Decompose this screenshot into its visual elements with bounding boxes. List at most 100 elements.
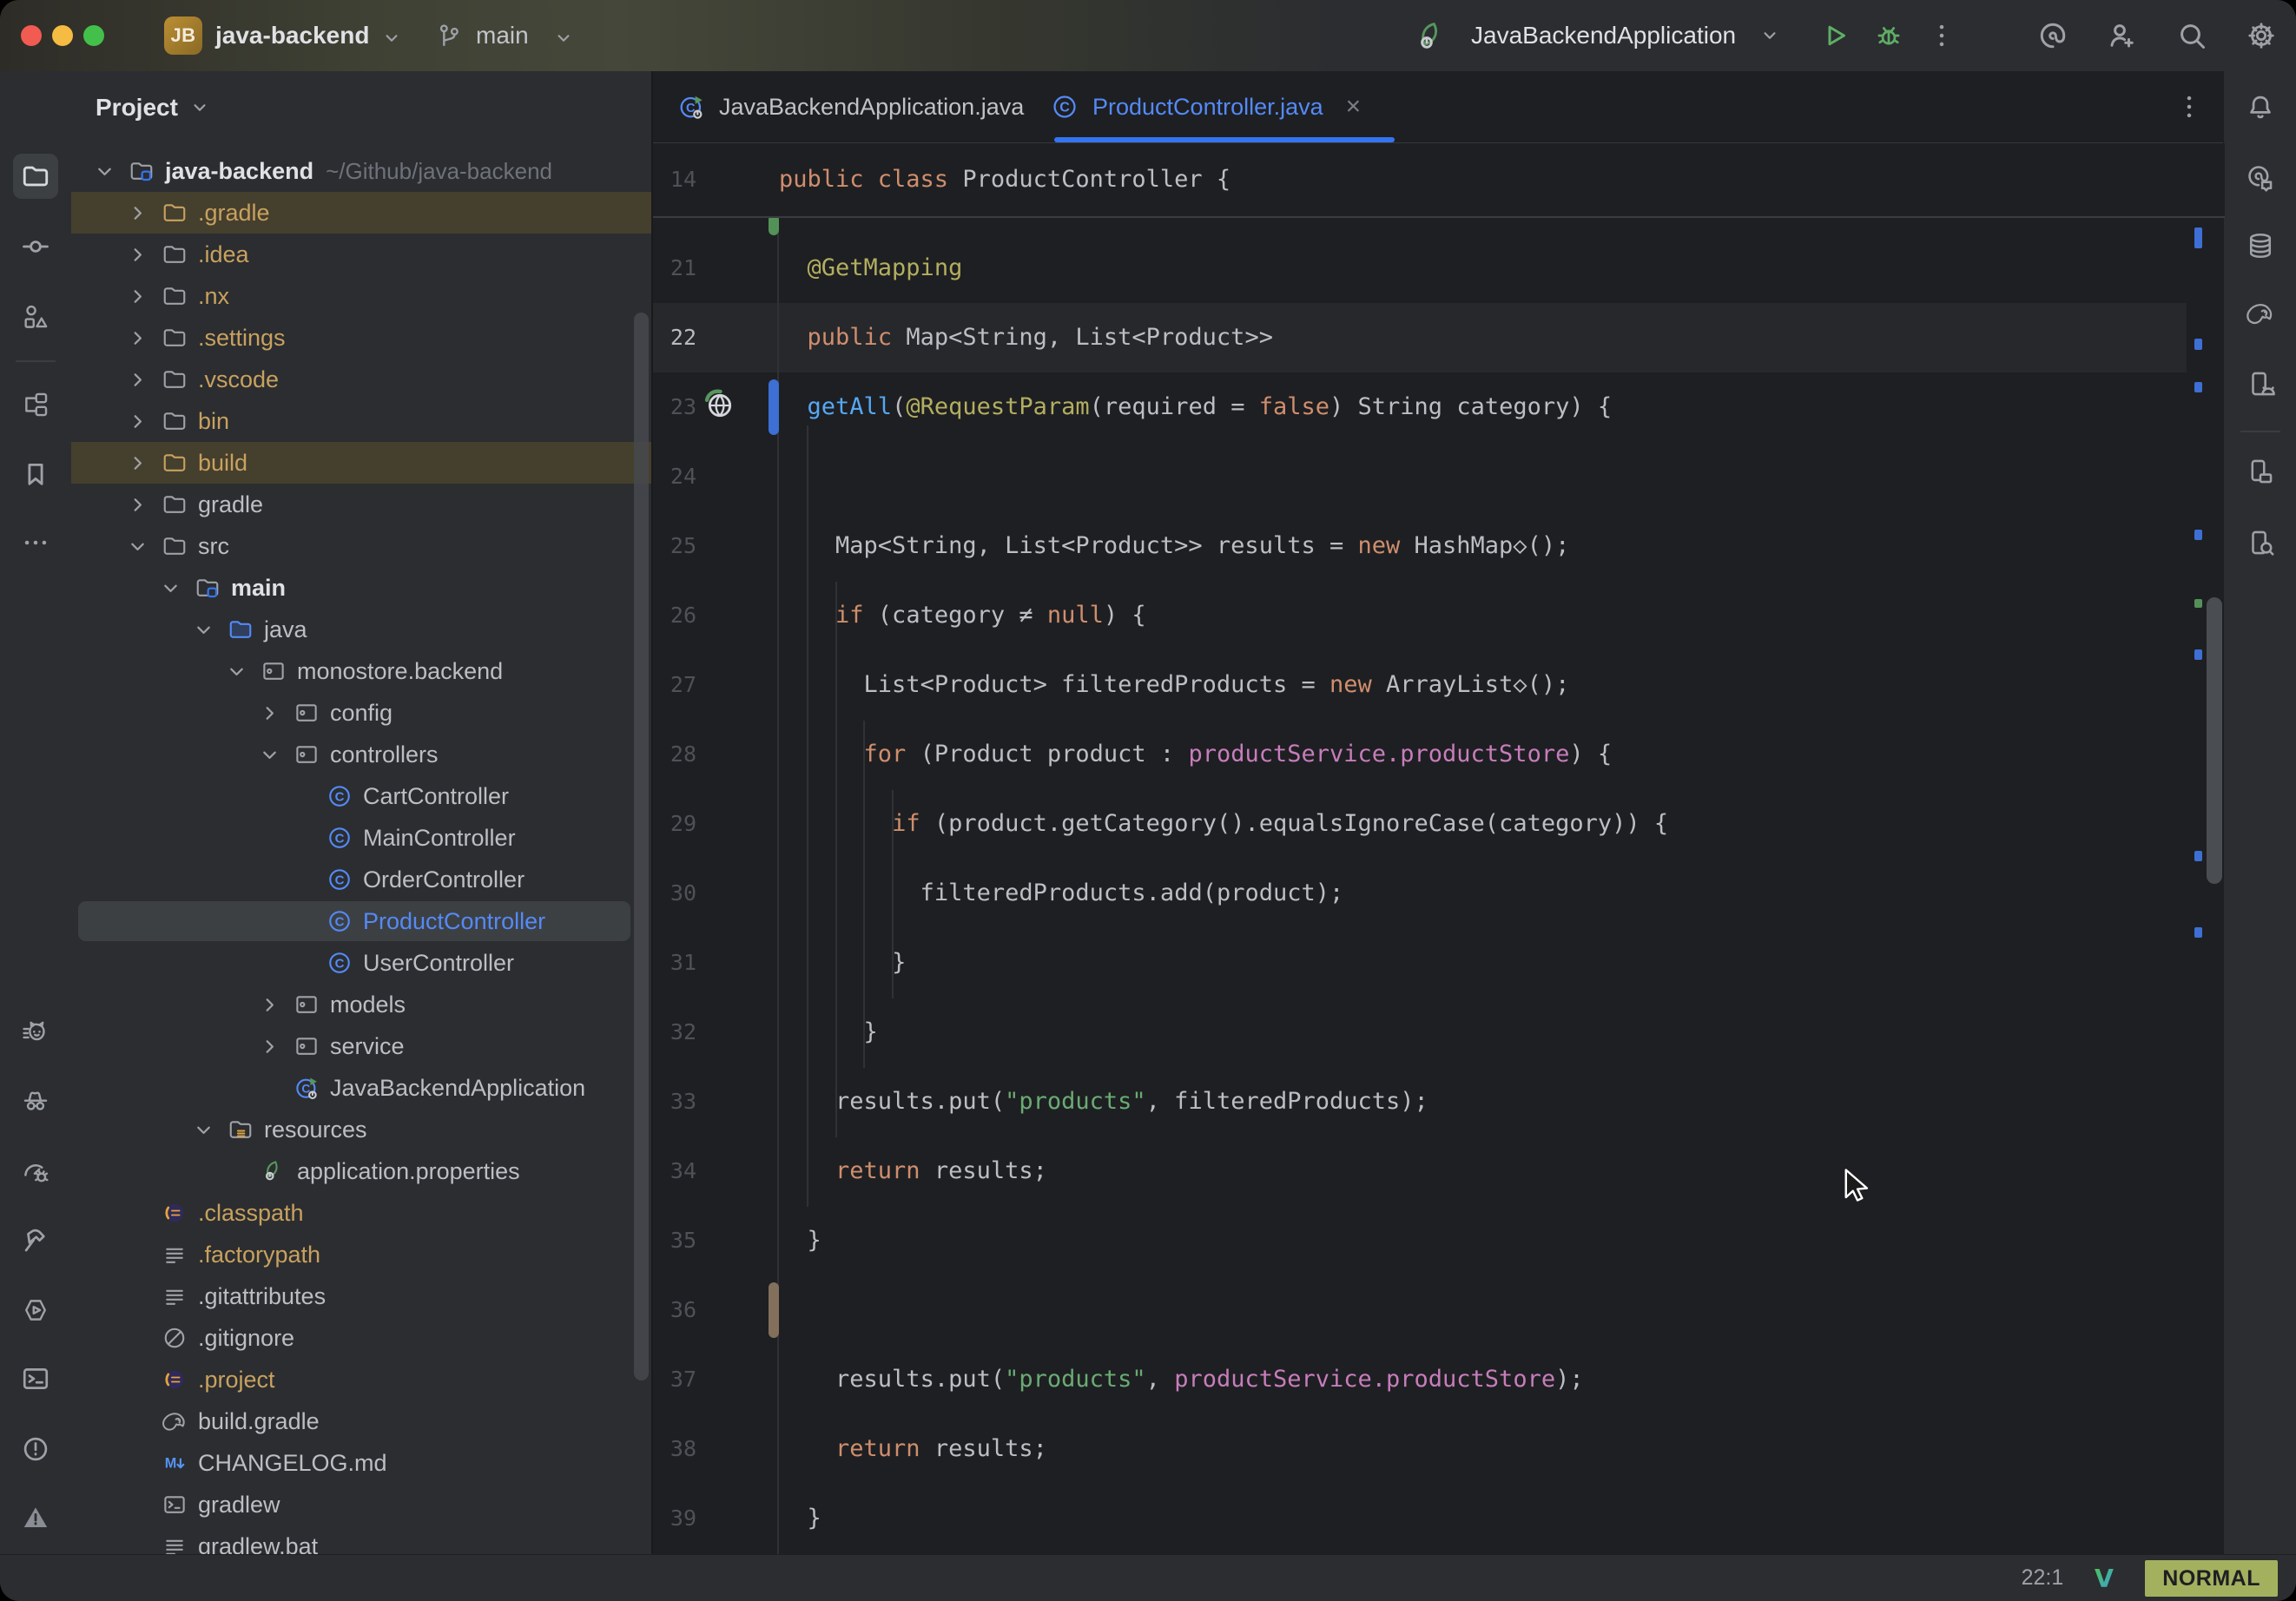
code-line-28[interactable]: 28for (Product product : productService.… — [653, 720, 2187, 789]
warning-triangle-icon[interactable] — [21, 1503, 50, 1532]
tree-row-java-backend[interactable]: java-backend~/Github/java-backend — [71, 150, 651, 192]
gradle-icon[interactable] — [2246, 299, 2275, 328]
chevron-down-icon[interactable] — [93, 160, 116, 183]
code-line-29[interactable]: 29if (product.getCategory().equalsIgnore… — [653, 789, 2187, 859]
branch-name[interactable]: main — [476, 0, 529, 71]
chevron-down-icon[interactable] — [258, 743, 281, 767]
chevron-right-icon[interactable] — [126, 285, 149, 308]
tree-row-controllers[interactable]: controllers — [71, 734, 651, 775]
run-configuration-name[interactable]: JavaBackendApplication — [1471, 0, 1736, 71]
problems-icon[interactable] — [21, 1434, 50, 1464]
editor-body[interactable]: 21@GetMapping22public Map<String, List<P… — [653, 143, 2225, 1554]
chevron-right-icon[interactable] — [258, 1035, 281, 1058]
code-line-27[interactable]: 27List<Product> filteredProducts = new A… — [653, 650, 2187, 720]
tree-row-CartController[interactable]: CCartController — [71, 775, 651, 817]
tree-row-.gradle[interactable]: .gradle — [71, 192, 651, 234]
code-line-21[interactable]: 21@GetMapping — [653, 234, 2187, 303]
tree-row-gradlew.bat[interactable]: gradlew.bat — [71, 1525, 651, 1554]
code-line-36[interactable]: 36 — [653, 1275, 2187, 1345]
tree-row-build.gradle[interactable]: build.gradle — [71, 1400, 651, 1442]
code-line-39[interactable]: 39} — [653, 1484, 2187, 1553]
ai-chat-icon[interactable] — [2246, 162, 2275, 192]
tree-row-.nx[interactable]: .nx — [71, 275, 651, 317]
vim-icon[interactable]: V — [2089, 1564, 2119, 1593]
tree-row-build[interactable]: build — [71, 442, 651, 484]
code-line-31[interactable]: 31} — [653, 928, 2187, 998]
minimize-window-button[interactable] — [52, 25, 73, 46]
tree-row-OrderController[interactable]: COrderController — [71, 859, 651, 900]
tree-row-UserController[interactable]: CUserController — [71, 942, 651, 984]
tree-row-CHANGELOG.md[interactable]: MCHANGELOG.md — [71, 1442, 651, 1484]
services-icon[interactable] — [21, 1295, 50, 1325]
tree-row-ProductController[interactable]: CProductController — [71, 900, 651, 942]
tree-row-java[interactable]: java — [71, 609, 651, 650]
more-run-options-icon[interactable] — [1927, 21, 1956, 50]
stripe-mark-blue[interactable] — [2194, 382, 2202, 392]
chevron-down-icon[interactable] — [192, 1118, 215, 1142]
run-button[interactable] — [1819, 20, 1851, 51]
chevron-right-icon[interactable] — [126, 368, 149, 392]
tree-row-monostore.backend[interactable]: monostore.backend — [71, 650, 651, 692]
code-line-25[interactable]: 25Map<String, List<Product>> results = n… — [653, 511, 2187, 581]
stripe-mark-blue[interactable] — [2194, 530, 2202, 540]
ai-assistant-icon[interactable] — [2037, 20, 2068, 51]
code-line-24[interactable]: 24 — [653, 442, 2187, 511]
chevron-right-icon[interactable] — [258, 993, 281, 1017]
vcs-change-bar[interactable] — [769, 1282, 779, 1338]
device-layout-icon[interactable] — [2246, 457, 2275, 486]
chevron-down-icon[interactable] — [159, 576, 182, 600]
code-line-30[interactable]: 30filteredProducts.add(product); — [653, 859, 2187, 928]
tree-row-.project[interactable]: .project — [71, 1359, 651, 1400]
tab-javabackendapplication[interactable]: C JavaBackendApplication.java — [670, 71, 1031, 142]
code-line-22[interactable]: 22public Map<String, List<Product>> — [653, 303, 2187, 372]
rest-endpoint-globe-icon[interactable] — [701, 386, 736, 421]
stripe-mark-blue[interactable] — [2194, 227, 2202, 248]
tree-row-.classpath[interactable]: .classpath — [71, 1192, 651, 1234]
chevron-down-icon[interactable] — [188, 96, 211, 119]
editor-scrollbar[interactable] — [2207, 597, 2222, 884]
tree-row-service[interactable]: service — [71, 1025, 651, 1067]
code-line-34[interactable]: 34return results; — [653, 1137, 2187, 1206]
stripe-mark-blue[interactable] — [2194, 339, 2202, 350]
stripe-mark-blue[interactable] — [2194, 927, 2202, 938]
tree-row-application.properties[interactable]: application.properties — [71, 1150, 651, 1192]
tree-row-.gitattributes[interactable]: .gitattributes — [71, 1275, 651, 1317]
chevron-right-icon[interactable] — [126, 451, 149, 475]
vim-mode-badge[interactable]: NORMAL — [2145, 1560, 2278, 1597]
project-name[interactable]: java-backend — [215, 0, 369, 71]
profiler-icon[interactable] — [21, 1157, 50, 1187]
code-line-38[interactable]: 38return results; — [653, 1414, 2187, 1484]
commit-icon[interactable] — [21, 232, 50, 261]
code-line-26[interactable]: 26if (category ≠ null) { — [653, 581, 2187, 650]
database-icon[interactable] — [2246, 231, 2275, 260]
project-badge[interactable]: JB — [164, 16, 202, 55]
chevron-down-icon[interactable] — [126, 535, 149, 558]
zoom-window-button[interactable] — [83, 25, 104, 46]
tree-row-main[interactable]: main — [71, 567, 651, 609]
tree-row-MainController[interactable]: CMainController — [71, 817, 651, 859]
dash-cat-icon[interactable] — [21, 1018, 50, 1048]
build-hammer-icon[interactable] — [21, 1226, 50, 1255]
code-line-32[interactable]: 32} — [653, 998, 2187, 1067]
stripe-mark-green[interactable] — [2194, 599, 2202, 608]
tree-row-config[interactable]: config — [71, 692, 651, 734]
panel-title[interactable]: Project — [96, 83, 178, 132]
tree-row-.settings[interactable]: .settings — [71, 317, 651, 359]
debug-button[interactable] — [1873, 20, 1904, 51]
code-line-37[interactable]: 37results.put("products", productService… — [653, 1345, 2187, 1414]
caret-position[interactable]: 22:1 — [2022, 1565, 2064, 1591]
tree-row-gradlew[interactable]: gradlew — [71, 1484, 651, 1525]
chevron-down-icon[interactable] — [225, 660, 248, 683]
chevron-right-icon[interactable] — [126, 326, 149, 350]
chevron-right-icon[interactable] — [258, 702, 281, 725]
code-line-35[interactable]: 35} — [653, 1206, 2187, 1275]
more-tools-icon[interactable] — [21, 528, 50, 557]
chevron-down-icon[interactable] — [1758, 24, 1781, 47]
tree-row-bin[interactable]: bin — [71, 400, 651, 442]
sticky-line[interactable]: 14public class ProductController { — [653, 143, 2225, 218]
incognito-icon[interactable] — [21, 1085, 50, 1115]
close-window-button[interactable] — [21, 25, 42, 46]
tab-options-kebab-icon[interactable] — [2174, 92, 2204, 122]
tree-row-.factorypath[interactable]: .factorypath — [71, 1234, 651, 1275]
chevron-right-icon[interactable] — [126, 410, 149, 433]
